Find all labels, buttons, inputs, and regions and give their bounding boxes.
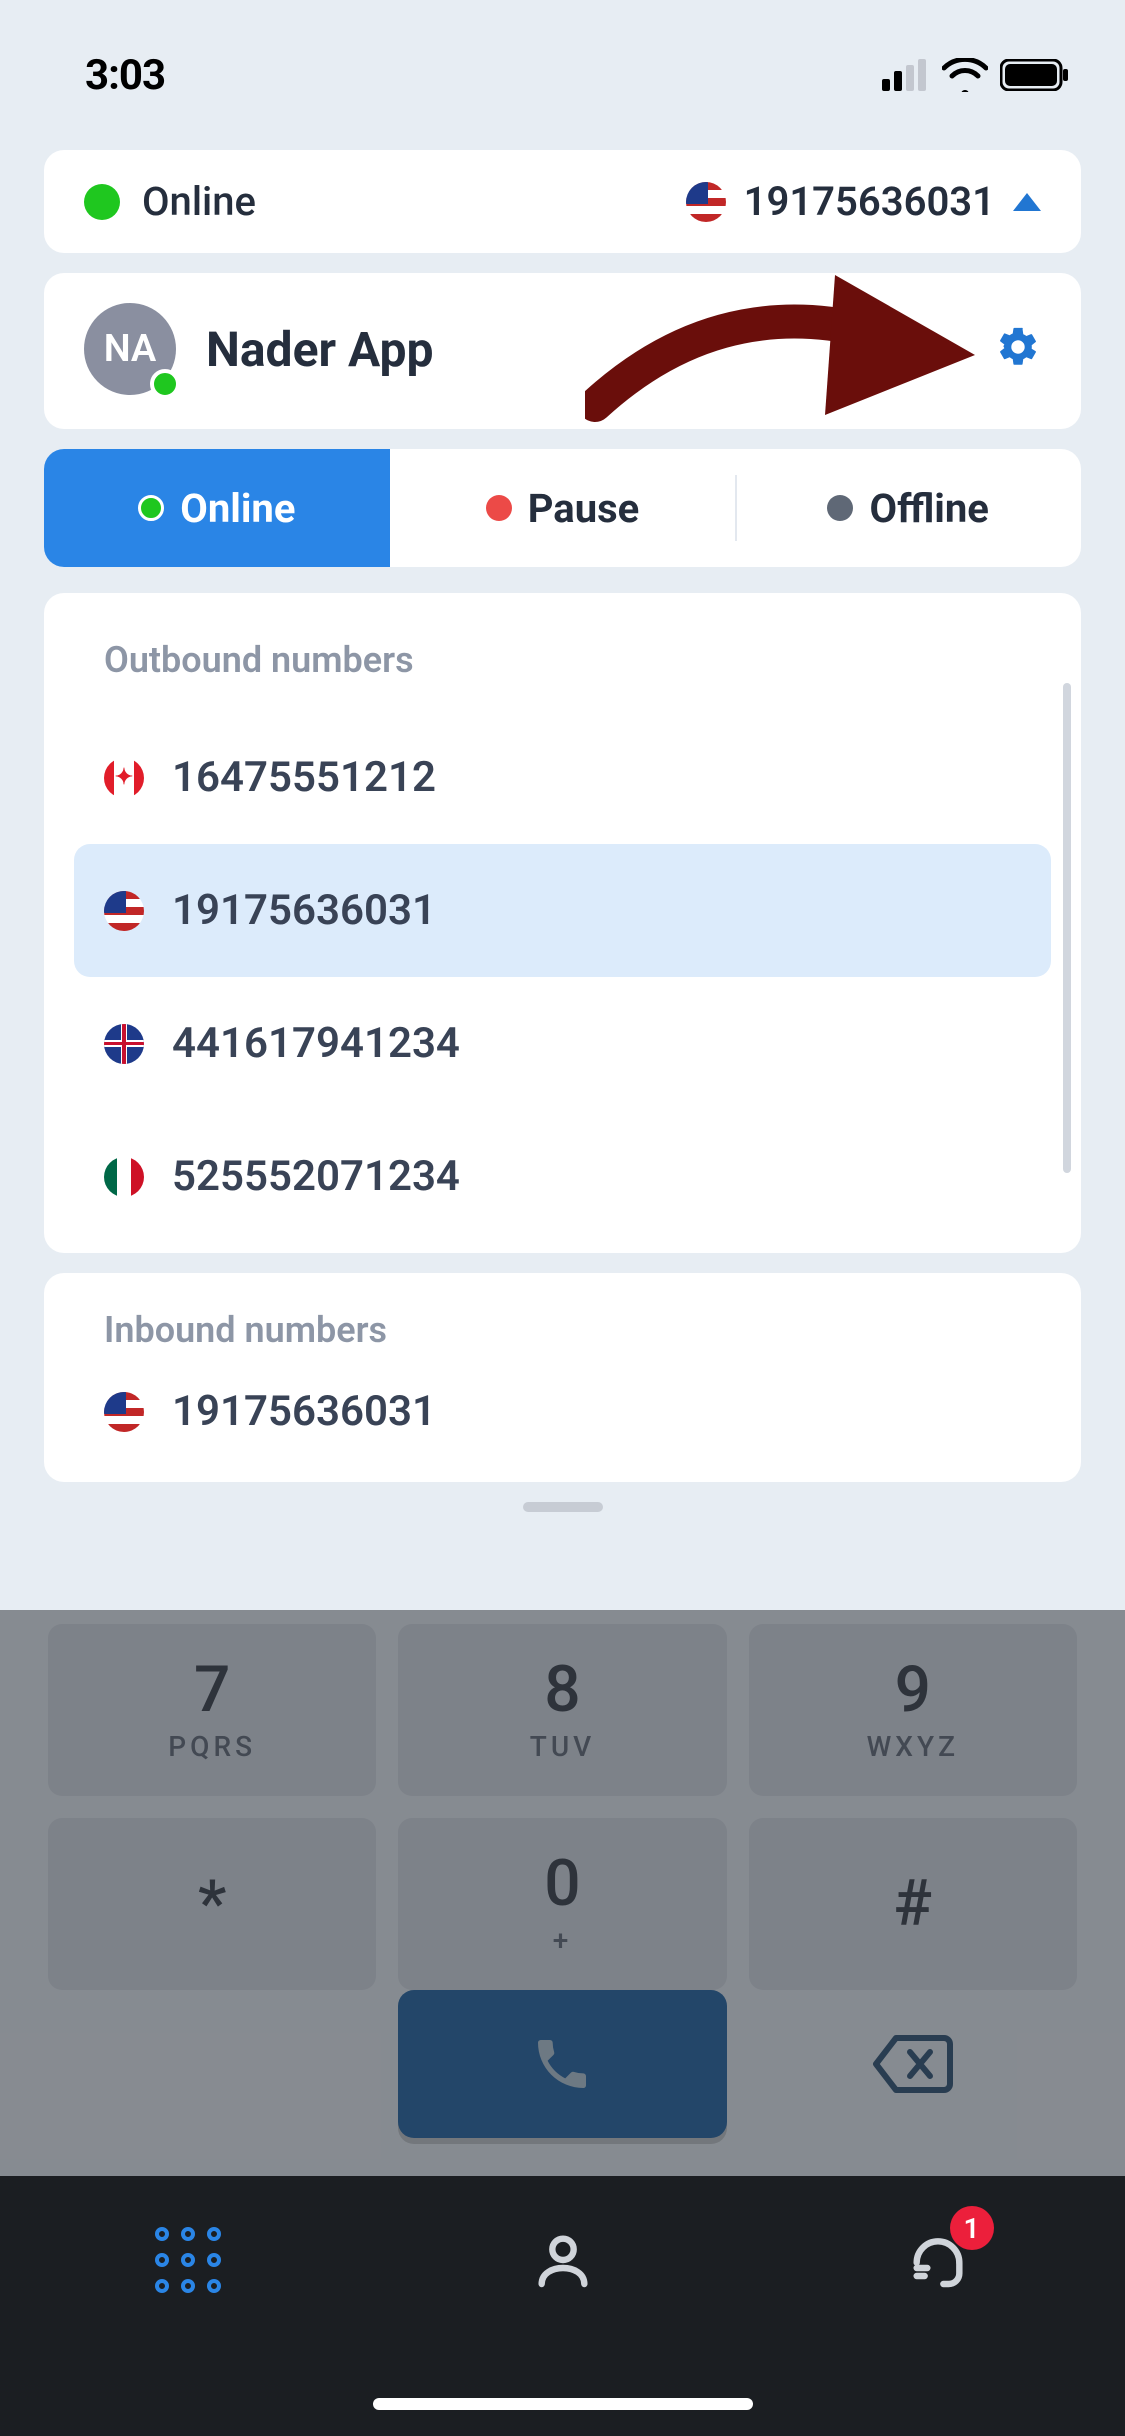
- dialpad-icon: [155, 2227, 221, 2293]
- outbound-section-title: Outbound numbers: [44, 593, 1081, 711]
- outbound-number-row[interactable]: 441617941234: [74, 977, 1051, 1110]
- segment-offline[interactable]: Offline: [735, 449, 1081, 567]
- battery-icon: [1000, 59, 1070, 91]
- outbound-number-row[interactable]: 525552071234: [74, 1110, 1051, 1243]
- nav-contacts[interactable]: [503, 2220, 623, 2300]
- home-indicator[interactable]: [373, 2398, 753, 2410]
- presence-segmented-control: Online Pause Offline: [44, 449, 1081, 567]
- bottom-nav: 1: [0, 2176, 1125, 2436]
- nav-badge: 1: [950, 2206, 994, 2250]
- selected-number-text: 19175636031: [744, 178, 995, 225]
- segment-divider: [735, 475, 737, 541]
- number-text: 525552071234: [172, 1152, 460, 1201]
- status-header-row: Online 19175636031: [44, 150, 1081, 253]
- segment-online[interactable]: Online: [44, 449, 390, 567]
- inbound-section-title: Inbound numbers: [44, 1273, 1081, 1361]
- outbound-number-row[interactable]: 19175636031: [74, 844, 1051, 977]
- caret-up-icon: [1013, 193, 1041, 211]
- selected-number-dropdown[interactable]: 19175636031: [686, 178, 1041, 225]
- inbound-number-row[interactable]: 19175636031: [74, 1361, 1051, 1462]
- pause-dot-icon: [486, 495, 512, 521]
- profile-name: Nader App: [206, 321, 434, 378]
- presence-label: Online: [142, 178, 256, 225]
- profile-row: NA Nader App: [44, 273, 1081, 429]
- inbound-numbers-card: Inbound numbers 19175636031: [44, 1273, 1081, 1482]
- number-text: 16475551212: [172, 753, 436, 802]
- number-text: 19175636031: [172, 886, 436, 935]
- us-flag-icon: [104, 1392, 144, 1432]
- us-flag-icon: [686, 182, 726, 222]
- offline-dot-icon: [827, 495, 853, 521]
- presence-dot-icon: [84, 184, 120, 220]
- status-icons: [882, 58, 1070, 92]
- outbound-number-row[interactable]: ✦ 16475551212: [74, 711, 1051, 844]
- scrollbar[interactable]: [1063, 683, 1071, 1173]
- number-text: 441617941234: [172, 1019, 460, 1068]
- segment-offline-label: Offline: [869, 485, 988, 532]
- segment-pause[interactable]: Pause: [390, 449, 736, 567]
- us-flag-icon: [104, 891, 144, 931]
- number-text: 19175636031: [172, 1387, 436, 1436]
- settings-button[interactable]: [995, 324, 1041, 374]
- avatar-presence-dot-icon: [150, 369, 180, 399]
- segment-pause-label: Pause: [528, 485, 640, 532]
- presence-indicator[interactable]: Online: [84, 178, 256, 225]
- person-icon: [531, 2228, 595, 2292]
- wifi-icon: [942, 58, 988, 92]
- ca-flag-icon: ✦: [104, 758, 144, 798]
- cellular-signal-icon: [882, 59, 930, 91]
- mx-flag-icon: [104, 1157, 144, 1197]
- outbound-numbers-card: Outbound numbers ✦ 16475551212 191756360…: [44, 593, 1081, 1253]
- sheet-handle[interactable]: [523, 1502, 603, 1512]
- avatar[interactable]: NA: [84, 303, 176, 395]
- status-time: 3:03: [85, 51, 165, 100]
- status-bar: 3:03: [0, 0, 1125, 130]
- nav-dialer[interactable]: [128, 2220, 248, 2300]
- gear-icon: [995, 324, 1041, 370]
- nav-activity[interactable]: 1: [878, 2220, 998, 2300]
- uk-flag-icon: [104, 1024, 144, 1064]
- online-dot-icon: [138, 495, 164, 521]
- segment-online-label: Online: [180, 485, 295, 532]
